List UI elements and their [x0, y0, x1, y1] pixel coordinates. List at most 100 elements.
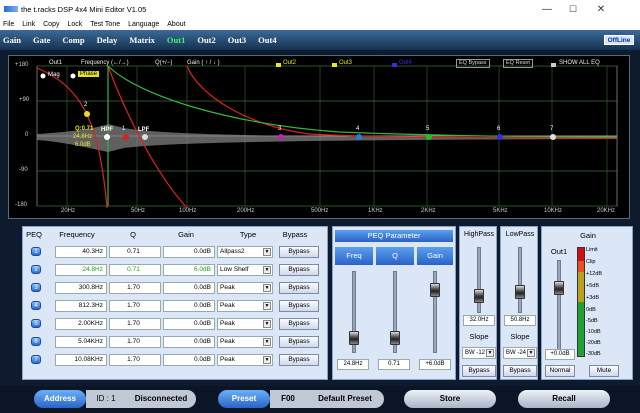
highpass-freq-value[interactable]: 32.0Hz — [463, 315, 495, 326]
menu-copy[interactable]: Copy — [43, 21, 59, 28]
gain-fader-value[interactable]: +0.0dB — [545, 349, 575, 360]
frequency-field[interactable]: 812.3Hz — [55, 300, 107, 312]
gain-value[interactable]: +6.0dB — [419, 359, 451, 370]
tab-gate[interactable]: Gate — [32, 35, 51, 45]
type-select[interactable]: Allpass2 ▼ — [217, 246, 273, 258]
q-field[interactable]: 1.70 — [109, 318, 161, 330]
type-select[interactable]: Peak ▼ — [217, 354, 273, 366]
mute-button[interactable]: Mute — [589, 365, 619, 377]
peq-select-button[interactable]: 5 — [31, 319, 41, 328]
q-slider-knob[interactable] — [390, 331, 400, 345]
bypass-button[interactable]: Bypass — [279, 246, 319, 258]
gain-field[interactable]: 0.0dB — [163, 354, 215, 366]
store-button[interactable]: Store — [404, 390, 496, 408]
q-field[interactable]: 0.71 — [109, 246, 161, 258]
gain-field[interactable]: 0.0dB — [163, 246, 215, 258]
menu-about[interactable]: About — [167, 21, 185, 28]
frequency-field[interactable]: 5.04KHz — [55, 336, 107, 348]
eq-point-4-label[interactable]: 4 — [356, 126, 359, 132]
frequency-field[interactable]: 40.3Hz — [55, 246, 107, 258]
peq-select-button[interactable]: 2 — [31, 265, 41, 274]
q-field[interactable]: 1.70 — [109, 354, 161, 366]
tab-comp[interactable]: Comp — [61, 35, 85, 45]
bypass-button[interactable]: Bypass — [279, 282, 319, 294]
menu-test-tone[interactable]: Test Tone — [90, 21, 120, 28]
gain-field[interactable]: 0.0dB — [163, 300, 215, 312]
menu-lock[interactable]: Lock — [67, 21, 82, 28]
eq-point-2-label[interactable]: 2 — [84, 102, 87, 108]
eq-point-6-label[interactable]: 6 — [497, 126, 500, 132]
type-select[interactable]: Peak ▼ — [217, 282, 273, 294]
gain-slider-knob[interactable] — [430, 283, 440, 297]
peq-select-button[interactable]: 3 — [31, 283, 41, 292]
offline-button[interactable]: OffLine — [604, 35, 634, 45]
type-select[interactable]: Low Shelf ▼ — [217, 264, 273, 276]
q-field[interactable]: 1.70 — [109, 300, 161, 312]
type-select[interactable]: Peak ▼ — [217, 336, 273, 348]
address-button[interactable]: Address — [34, 390, 86, 408]
q-value[interactable]: 0.71 — [378, 359, 410, 370]
tab-delay[interactable]: Delay — [96, 35, 119, 45]
close-icon[interactable]: ✕ — [588, 0, 614, 18]
peq-select-button[interactable]: 6 — [31, 337, 41, 346]
frequency-field[interactable]: 24.8Hz — [55, 264, 107, 276]
eq-point-5-label[interactable]: 5 — [426, 126, 429, 132]
eq-point-3-label[interactable]: 3 — [278, 126, 281, 132]
frequency-field[interactable]: 10.08KHz — [55, 354, 107, 366]
type-select[interactable]: Peak ▼ — [217, 318, 273, 330]
tab-out3[interactable]: Out3 — [227, 35, 247, 45]
maximize-icon[interactable]: ☐ — [560, 0, 586, 18]
legend-out4[interactable]: Out4 — [399, 60, 412, 66]
q-field[interactable]: 1.70 — [109, 336, 161, 348]
gain-field[interactable]: 0.0dB — [163, 282, 215, 294]
bypass-button[interactable]: Bypass — [279, 354, 319, 366]
eq-bypass-button[interactable]: EQ Bypass — [456, 59, 490, 68]
frequency-field[interactable]: 300.8Hz — [55, 282, 107, 294]
menu-file[interactable]: File — [3, 21, 14, 28]
peq-select-button[interactable]: 4 — [31, 301, 41, 310]
lowpass-bypass-button[interactable]: Bypass — [503, 365, 537, 377]
q-field[interactable]: 0.71 — [109, 264, 161, 276]
tab-out4[interactable]: Out4 — [257, 35, 277, 45]
highpass-slider-track[interactable] — [477, 247, 481, 313]
gain-field[interactable]: 0.0dB — [163, 318, 215, 330]
menu-link[interactable]: Link — [22, 21, 35, 28]
peq-select-button[interactable]: 7 — [31, 355, 41, 364]
eq-graph[interactable]: Out1 Frequency (←/→) Q(+/−) Gain ( ↑ / ↓… — [8, 55, 630, 219]
lowpass-freq-value[interactable]: 50.8Hz — [504, 315, 536, 326]
tab-matrix[interactable]: Matrix — [128, 35, 156, 45]
highpass-bypass-button[interactable]: Bypass — [462, 365, 496, 377]
freq-slider-knob[interactable] — [349, 331, 359, 345]
gain-field[interactable]: 6.0dB — [163, 264, 215, 276]
highpass-slider-knob[interactable] — [474, 289, 484, 303]
gain-field[interactable]: 0.0dB — [163, 336, 215, 348]
minimize-icon[interactable]: — — [534, 0, 560, 18]
freq-value[interactable]: 24.8Hz — [337, 359, 369, 370]
type-select[interactable]: Peak ▼ — [217, 300, 273, 312]
phase-radio[interactable]: Phase — [78, 71, 100, 77]
preset-button[interactable]: Preset — [218, 390, 270, 408]
gain-fader-track[interactable] — [557, 260, 561, 352]
bypass-button[interactable]: Bypass — [279, 336, 319, 348]
menu-language[interactable]: Language — [128, 21, 159, 28]
lowpass-slope-select[interactable]: BW -24 ▼ — [503, 347, 537, 359]
lowpass-slider-knob[interactable] — [515, 285, 525, 299]
gain-fader-knob[interactable] — [554, 281, 564, 295]
bypass-button[interactable]: Bypass — [279, 300, 319, 312]
tab-out1[interactable]: Out1 — [166, 35, 186, 45]
recall-button[interactable]: Recall — [518, 390, 610, 408]
peq-select-button[interactable]: 1 — [31, 247, 41, 256]
mag-radio[interactable]: Mag — [48, 72, 60, 78]
frequency-field[interactable]: 2.00KHz — [55, 318, 107, 330]
bypass-button[interactable]: Bypass — [279, 318, 319, 330]
lowpass-slider-track[interactable] — [518, 247, 522, 313]
q-field[interactable]: 1.70 — [109, 282, 161, 294]
eq-point-7-label[interactable]: 7 — [550, 126, 553, 132]
eq-point-1-label[interactable]: 1 — [122, 126, 125, 132]
eq-reset-button[interactable]: EQ Reset — [503, 59, 533, 68]
tab-out2[interactable]: Out2 — [196, 35, 216, 45]
tab-gain[interactable]: Gain — [2, 35, 22, 45]
show-all-eq-checkbox[interactable]: SHOW ALL EQ — [559, 60, 600, 66]
legend-out3[interactable]: Out3 — [339, 60, 352, 66]
normal-button[interactable]: Normal — [545, 365, 575, 377]
